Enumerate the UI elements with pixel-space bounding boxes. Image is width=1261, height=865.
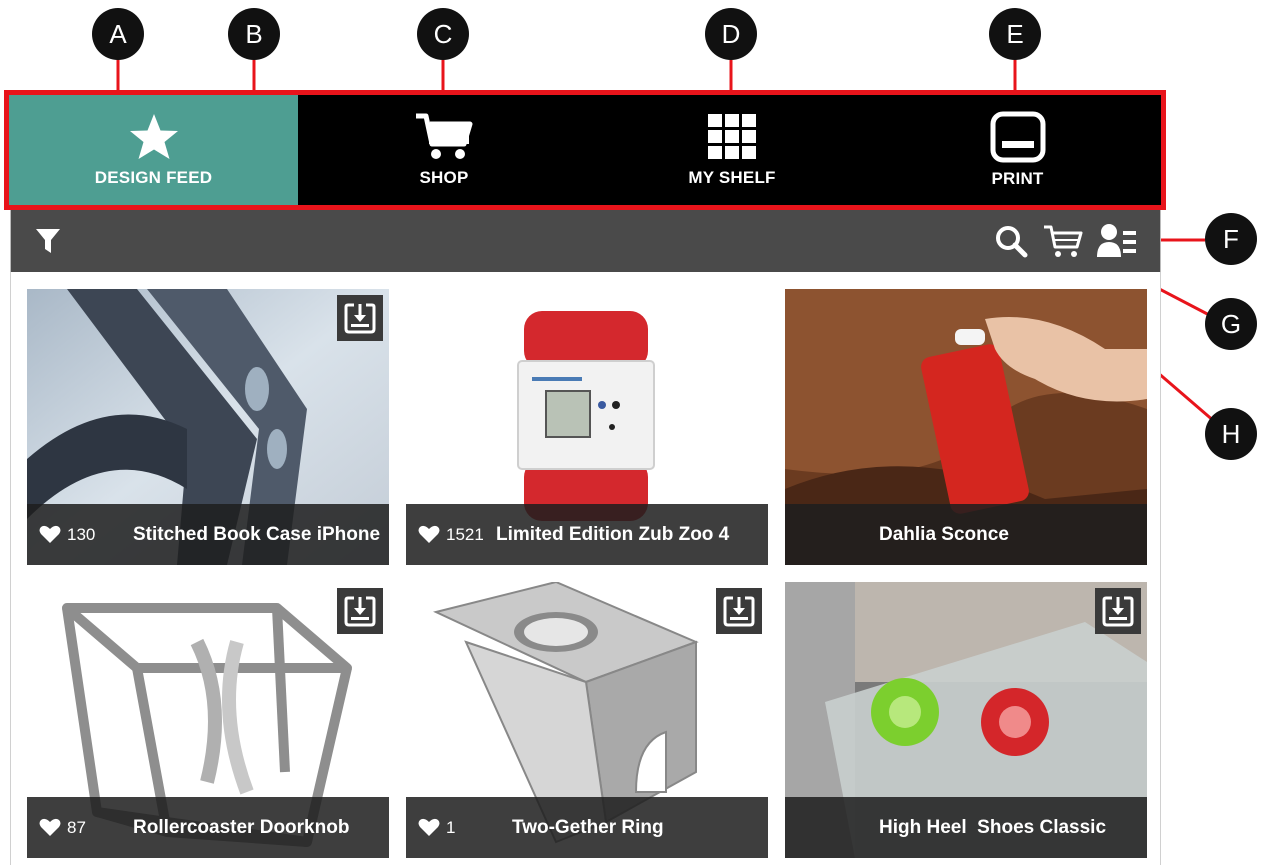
card-title: Two-Gether Ring [512, 816, 664, 838]
callout-marker-g: G [1205, 298, 1257, 350]
card-caption: Dahlia Sconce [785, 504, 1147, 565]
tab-print[interactable]: PRINT [874, 95, 1161, 205]
callout-marker-c: C [417, 8, 469, 60]
feed-card-rollercoaster-doorknob[interactable]: 87 Rollercoaster Doorknob [27, 582, 389, 858]
heart-icon [418, 525, 440, 543]
filter-button[interactable] [33, 226, 63, 256]
cart-icon [416, 113, 473, 159]
feed-toolbar [10, 210, 1161, 272]
like-count-value: 87 [67, 817, 86, 837]
card-title: Rollercoaster Doorknob [133, 816, 350, 838]
card-caption: 1521 Limited Edition Zub Zoo 4 [406, 504, 768, 565]
like-count-value: 1 [446, 817, 456, 837]
search-button[interactable] [993, 223, 1029, 259]
design-feed-grid: 130 Stitched Book Case iPhone 1521 Limit… [10, 272, 1161, 865]
profile-button[interactable] [1095, 220, 1139, 262]
download-icon [344, 596, 376, 627]
download-button[interactable] [716, 588, 762, 634]
download-button[interactable] [1095, 588, 1141, 634]
download-icon [723, 596, 755, 627]
like-count[interactable]: 1 [418, 818, 496, 838]
feed-card-limited-edition-zub-zoo[interactable]: 1521 Limited Edition Zub Zoo 4 [406, 289, 768, 565]
cart-button[interactable] [1041, 222, 1085, 260]
heart-icon [39, 818, 61, 836]
like-count-value: 130 [67, 524, 96, 544]
tab-design-feed-label: DESIGN FEED [94, 168, 213, 187]
top-navigation: DESIGN FEED SHOP MY SHELF PRINT [4, 90, 1166, 210]
card-title: Dahlia Sconce [879, 523, 1009, 545]
heart-icon [418, 818, 440, 836]
download-button[interactable] [337, 295, 383, 341]
cart-icon [1044, 225, 1083, 257]
feed-card-high-heel-shoes-classic[interactable]: High Heel Shoes Classic [785, 582, 1147, 858]
like-count[interactable]: 130 [39, 525, 117, 545]
filter-icon [36, 229, 60, 253]
download-button[interactable] [337, 588, 383, 634]
download-icon [1102, 596, 1134, 627]
tab-print-label: PRINT [991, 169, 1044, 188]
card-caption: 87 Rollercoaster Doorknob [27, 797, 389, 858]
card-caption: 1 Two-Gether Ring [406, 797, 768, 858]
callout-marker-f: F [1205, 213, 1257, 265]
callout-marker-d: D [705, 8, 757, 60]
card-title: Limited Edition Zub Zoo 4 [496, 523, 730, 545]
grid-icon [708, 114, 756, 159]
like-count-value: 1521 [446, 524, 484, 544]
like-count[interactable]: 1521 [418, 525, 496, 545]
callout-marker-b: B [228, 8, 280, 60]
download-icon [344, 303, 376, 334]
profile-list-icon [1097, 224, 1136, 257]
like-count[interactable]: 87 [39, 818, 117, 838]
tab-my-shelf[interactable]: MY SHELF [590, 95, 874, 205]
feed-card-dahlia-sconce[interactable]: Dahlia Sconce [785, 289, 1147, 565]
feed-card-two-gether-ring[interactable]: 1 Two-Gether Ring [406, 582, 768, 858]
feed-card-stitched-book-case[interactable]: 130 Stitched Book Case iPhone [27, 289, 389, 565]
heart-icon [39, 525, 61, 543]
tab-my-shelf-label: MY SHELF [688, 168, 776, 187]
card-caption: High Heel Shoes Classic [785, 797, 1147, 858]
tab-design-feed[interactable]: DESIGN FEED [9, 95, 298, 205]
tab-shop-label: SHOP [419, 168, 469, 187]
callout-marker-a: A [92, 8, 144, 60]
card-caption: 130 Stitched Book Case iPhone [27, 504, 389, 565]
tab-shop[interactable]: SHOP [298, 95, 590, 205]
card-title: High Heel Shoes Classic [879, 816, 1107, 838]
card-title: Stitched Book Case iPhone [133, 523, 381, 545]
printer-icon [990, 111, 1045, 163]
search-icon [996, 226, 1028, 258]
star-icon [129, 114, 178, 159]
callout-marker-h: H [1205, 408, 1257, 460]
callout-marker-e: E [989, 8, 1041, 60]
